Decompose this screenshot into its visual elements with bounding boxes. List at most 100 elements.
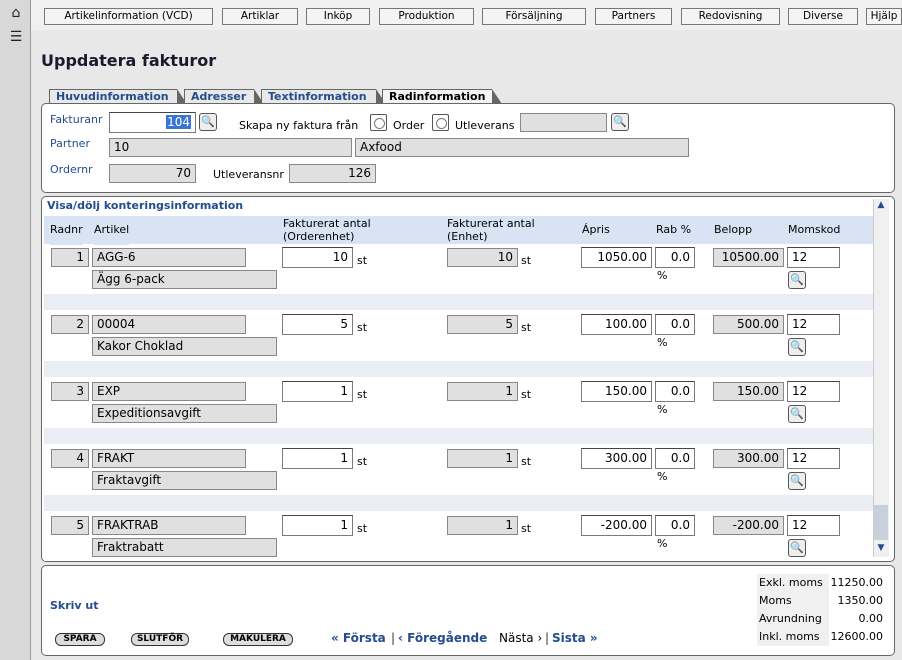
- row-rab-input[interactable]: 0.0: [655, 381, 695, 402]
- row-momskod-search-icon[interactable]: 🔍: [788, 271, 806, 289]
- tab-huvudinformation[interactable]: Huvudinformation: [49, 89, 187, 104]
- row-momskod-search-icon[interactable]: 🔍: [788, 405, 806, 423]
- row-article-name: Fraktrabatt: [92, 538, 277, 557]
- col-antal-enhet: Fakturerat antal (Enhet): [447, 217, 535, 243]
- ordernr-field: 70: [109, 164, 196, 183]
- row-antal-order-input[interactable]: 5: [282, 314, 353, 335]
- total-exkl-value: 11250.00: [829, 574, 887, 592]
- row-unit-order: st: [357, 388, 368, 401]
- toggle-kontering-link[interactable]: Visa/dölj konteringsinformation: [47, 199, 243, 212]
- row-momskod-input[interactable]: 12: [787, 247, 840, 268]
- row-unit-order: st: [357, 522, 368, 535]
- left-sidebar: ⌂ ☰: [0, 0, 31, 660]
- page-title: Uppdatera fakturor: [41, 51, 217, 70]
- order-radio[interactable]: [370, 114, 387, 131]
- utleverans-field[interactable]: [520, 113, 607, 132]
- row-pct: %: [657, 537, 668, 550]
- top-navigation: Artikelinformation (VCD) Artiklar Inköp …: [31, 0, 902, 30]
- tab-adresser[interactable]: Adresser: [184, 89, 264, 104]
- row-article-code: FRAKTRAB: [92, 516, 246, 535]
- list-icon[interactable]: ☰: [7, 28, 25, 46]
- row-separator: [44, 428, 873, 444]
- fakturanr-label: Fakturanr: [50, 113, 103, 126]
- row-apris-input[interactable]: 300.00: [581, 448, 652, 469]
- utleverans-search-icon[interactable]: 🔍: [611, 113, 629, 131]
- ordernr-label: Ordernr: [50, 163, 93, 176]
- total-inkl-label: Inkl. moms: [757, 628, 829, 646]
- nav-diverse[interactable]: Diverse: [788, 8, 858, 25]
- row-rab-input[interactable]: 0.0: [655, 314, 695, 335]
- row-momskod-search-icon[interactable]: 🔍: [788, 472, 806, 490]
- row-momskod-search-icon[interactable]: 🔍: [788, 539, 806, 557]
- print-link[interactable]: Skriv ut: [50, 599, 99, 612]
- tab-radinformation[interactable]: Radinformation: [382, 89, 502, 104]
- row-article-name: Fraktavgift: [92, 471, 277, 490]
- row-antal-order-input[interactable]: 1: [282, 381, 353, 402]
- row-antal-order-input[interactable]: 1: [282, 448, 353, 469]
- row-pct: %: [657, 470, 668, 483]
- total-avrundning-label: Avrundning: [757, 610, 829, 628]
- row-radnr: 2: [51, 315, 89, 334]
- grid-scrollbar[interactable]: [873, 199, 889, 557]
- row-belopp: 300.00: [713, 449, 784, 468]
- row-momskod-input[interactable]: 12: [787, 381, 840, 402]
- row-rab-input[interactable]: 0.0: [655, 515, 695, 536]
- row-apris-input[interactable]: -200.00: [581, 515, 652, 536]
- row-rab-input[interactable]: 0.0: [655, 247, 695, 268]
- nav-hjalp[interactable]: Hjälp: [866, 8, 902, 25]
- row-article-name: Kakor Choklad: [92, 337, 277, 356]
- pager-first[interactable]: « Första: [331, 631, 386, 645]
- row-separator: [44, 495, 873, 511]
- nav-partners[interactable]: Partners: [595, 8, 672, 25]
- row-article-name: Expeditionsavgift: [92, 404, 277, 423]
- nav-artikelinformation[interactable]: Artikelinformation (VCD): [44, 8, 213, 25]
- scroll-thumb[interactable]: [874, 505, 888, 540]
- scroll-down-icon[interactable]: ▼: [873, 543, 889, 557]
- save-button[interactable]: SPARA: [55, 633, 105, 646]
- row-apris-input[interactable]: 1050.00: [581, 247, 652, 268]
- nav-artiklar[interactable]: Artiklar: [222, 8, 298, 25]
- total-moms-label: Moms: [757, 592, 829, 610]
- pager-prev[interactable]: ‹ Föregående: [398, 631, 487, 645]
- row-belopp: 150.00: [713, 382, 784, 401]
- skapa-label: Skapa ny faktura från: [239, 119, 359, 132]
- utleveransnr-field: 126: [289, 164, 376, 183]
- row-antal-enhet: 1: [447, 449, 518, 468]
- row-antal-order-input[interactable]: 10: [282, 247, 353, 268]
- scroll-up-icon[interactable]: ▲: [873, 200, 889, 214]
- row-unit-enhet: st: [521, 522, 532, 535]
- row-radnr: 5: [51, 516, 89, 535]
- row-momskod-input[interactable]: 12: [787, 448, 840, 469]
- partner-id-field: 10: [109, 138, 352, 157]
- col-antal-order: Fakturerat antal (Orderenhet): [283, 217, 371, 243]
- row-rab-input[interactable]: 0.0: [655, 448, 695, 469]
- row-momskod-input[interactable]: 12: [787, 314, 840, 335]
- tab-textinformation[interactable]: Textinformation: [261, 89, 386, 104]
- row-pct: %: [657, 336, 668, 349]
- partner-name-field: Axfood: [355, 138, 689, 157]
- row-antal-enhet: 1: [447, 516, 518, 535]
- pager-next: Nästa ›: [499, 631, 543, 645]
- row-momskod-input[interactable]: 12: [787, 515, 840, 536]
- nav-redovisning[interactable]: Redovisning: [681, 8, 780, 25]
- utleverans-radio[interactable]: [432, 114, 449, 131]
- home-icon[interactable]: ⌂: [7, 4, 25, 22]
- row-unit-order: st: [357, 254, 368, 267]
- row-momskod-search-icon[interactable]: 🔍: [788, 338, 806, 356]
- fakturanr-field[interactable]: 104: [109, 112, 196, 133]
- nav-forsaljning[interactable]: Försäljning: [482, 8, 586, 25]
- nav-inkop[interactable]: Inköp: [306, 8, 370, 25]
- pager-last[interactable]: Sista »: [552, 631, 598, 645]
- void-button[interactable]: MAKULERA: [223, 633, 293, 646]
- row-belopp: 500.00: [713, 315, 784, 334]
- row-pct: %: [657, 403, 668, 416]
- finish-button[interactable]: SLUTFÖR: [131, 633, 189, 646]
- nav-produktion[interactable]: Produktion: [379, 8, 474, 25]
- row-apris-input[interactable]: 100.00: [581, 314, 652, 335]
- row-antal-enhet: 5: [447, 315, 518, 334]
- total-inkl-value: 12600.00: [829, 628, 887, 646]
- row-apris-input[interactable]: 150.00: [581, 381, 652, 402]
- row-unit-order: st: [357, 321, 368, 334]
- fakturanr-search-icon[interactable]: 🔍: [199, 113, 217, 131]
- row-antal-order-input[interactable]: 1: [282, 515, 353, 536]
